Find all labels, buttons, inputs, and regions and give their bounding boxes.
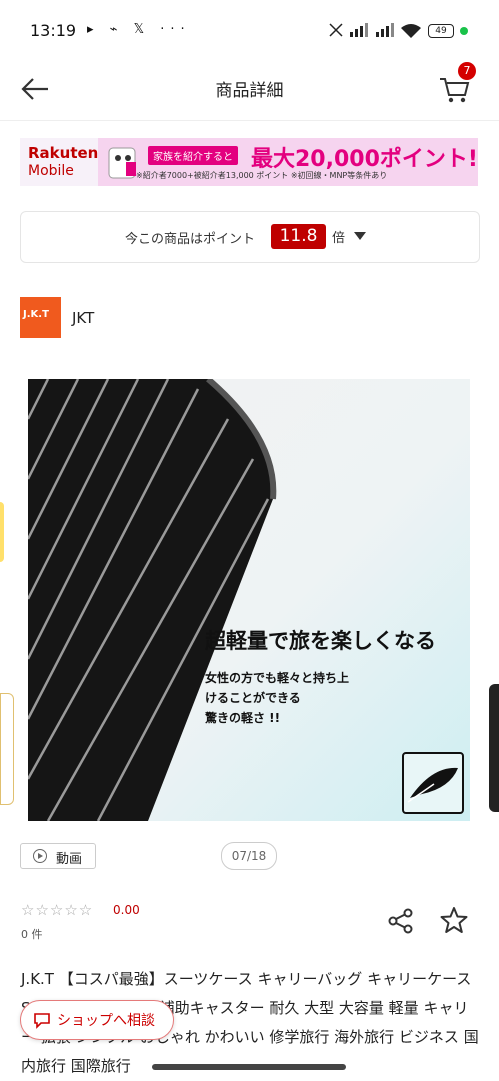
rating-stars: ☆☆☆☆☆ [21,901,94,919]
promo-banner[interactable]: Rakuten Mobile 家族を紹介すると 最大20,000ポイント! ※紹… [20,138,478,186]
image-counter: 07/18 [221,842,277,870]
share-icon[interactable] [387,907,415,935]
banner-brand-line2: Mobile [28,163,74,179]
image-subtext: 女性の方でも軽々と持ち上 けることができる 驚きの軽さ !! [205,668,349,728]
banner-brand-line1: Rakuten [28,144,99,162]
carousel-edge-left [0,502,4,562]
shop-chat-label: ショップへ相談 [57,1013,155,1029]
status-time: 13:19 [30,21,77,40]
play-icon [38,853,43,859]
feather-icon [402,752,464,814]
banner-fineprint: ※紹介者7000+被紹介者13,000 ポイント ※初回線・MNP等条件あり [136,171,388,180]
points-value-badge: 11.8 [271,224,326,249]
image-subtext-line3: 驚きの軽さ !! [205,711,281,725]
image-subtext-line1: 女性の方でも軽々と持ち上 [205,671,350,685]
shop-logo[interactable]: J.K.T [20,297,61,338]
banner-promo-area: 家族を紹介すると 最大20,000ポイント! ※紹介者7000+被紹介者13,0… [98,138,478,186]
shop-logo-text: J.K.T [23,309,49,320]
notification-icons: ▸ ⌁ 𝕏 ··· [87,22,191,37]
video-label: 動画 [56,852,83,867]
rakuten-mobile-logo: Rakuten Mobile [20,138,98,186]
shop-chat-button[interactable]: ショップへ相談 [20,1000,174,1040]
gesture-home-bar[interactable] [152,1064,346,1070]
app-header: 商品詳細 7 [0,60,499,121]
points-multiplier-box[interactable]: 今この商品はポイント 11.8 倍 [20,211,480,263]
privacy-dot [460,27,468,35]
battery-icon: 49 [428,24,454,38]
banner-tag: 家族を紹介すると [148,146,238,165]
image-headline: 超軽量で旅を楽しくなる [205,629,436,653]
page-title: 商品詳細 [215,81,284,101]
cart-count-badge: 7 [458,62,476,80]
carousel-edge-right [489,684,499,812]
image-subtext-line2: けることができる [205,691,301,705]
review-count[interactable]: 0 件 [21,926,43,942]
chat-bubble-icon [34,1013,50,1029]
points-suffix: 倍 [332,231,346,246]
rating-score: 0.00 [113,903,140,917]
favorite-star-icon[interactable] [440,906,468,934]
shop-name[interactable]: JKT [72,309,94,327]
panda-mascot-icon [108,147,136,179]
status-bar: 13:19 ▸ ⌁ 𝕏 ··· 49 [0,0,499,60]
signal-wifi-icons [329,23,421,38]
chevron-down-icon[interactable] [354,232,366,240]
banner-headline: 最大20,000ポイント! [251,147,478,172]
side-floating-tab[interactable] [0,693,14,805]
points-prefix: 今この商品はポイント [125,232,256,247]
video-button[interactable]: 動画 [20,843,96,869]
